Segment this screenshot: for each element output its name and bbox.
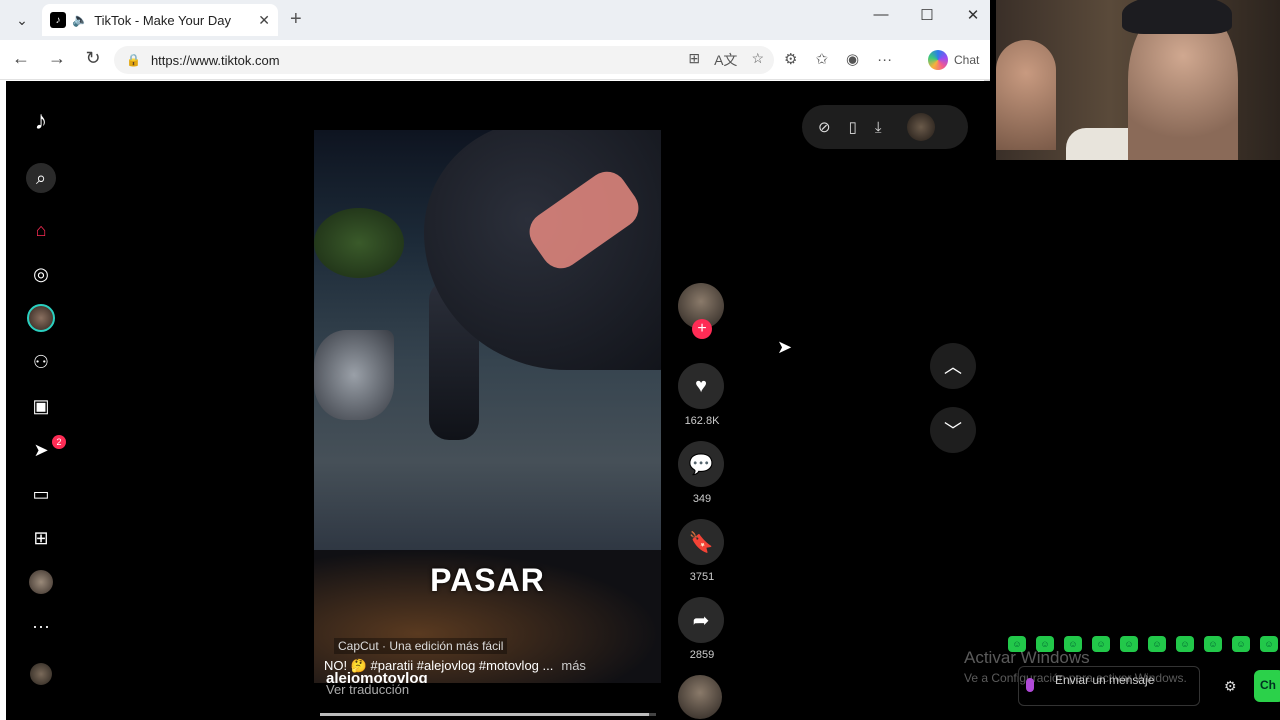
tab-actions-button[interactable]: ⌄	[8, 6, 36, 34]
new-tab-button[interactable]: +	[290, 8, 302, 31]
video-progress-fill	[320, 713, 650, 716]
tab-bar: ⌄ ♪ 🔈 TikTok - Make Your Day ✕ + — ☐ ✕	[0, 0, 990, 40]
emote-icon[interactable]: ☺	[1204, 636, 1222, 652]
capcut-label[interactable]: CapCut · Una edición más fácil	[334, 638, 508, 654]
profile-avatar[interactable]	[26, 567, 56, 597]
webcam-feed	[996, 0, 1280, 160]
close-tab-icon[interactable]: ✕	[258, 12, 270, 29]
chat-send-button[interactable]: Ch	[1254, 670, 1280, 702]
profile-icon[interactable]: ◉	[846, 50, 859, 68]
address-bar[interactable]: 🔒 https://www.tiktok.com ⊞ A文 ☆	[114, 46, 774, 74]
translate-icon[interactable]: A文	[714, 50, 737, 70]
like-count: 162.8K	[684, 415, 720, 427]
explore-icon[interactable]: ◎	[26, 259, 56, 289]
copilot-icon	[928, 50, 948, 70]
windows-activation-title: Activar Windows	[964, 648, 1090, 667]
favorites-icon[interactable]: ✩	[815, 50, 828, 68]
share-icon[interactable]: ➦	[678, 597, 724, 643]
action-bar: + ♥ 162.8K 💬 349 🔖 3751 ➦ 2859	[678, 283, 726, 719]
back-button[interactable]: ←	[8, 48, 34, 72]
comment-count: 349	[692, 493, 712, 505]
app-available-icon[interactable]: ⊞	[688, 50, 700, 70]
extensions-icon[interactable]: ⚙	[784, 50, 797, 68]
emote-icon[interactable]: ☺	[1260, 636, 1278, 652]
minimize-button[interactable]: —	[866, 6, 896, 23]
more-link[interactable]: más	[561, 658, 586, 678]
upload-icon[interactable]: ⊞	[26, 523, 56, 553]
search-icon[interactable]: ⌕	[26, 163, 56, 193]
reload-button[interactable]: ↻	[80, 48, 106, 72]
video-player[interactable]: PASAR CapCut · Una edición más fácil ale…	[314, 130, 661, 683]
following-avatar[interactable]	[26, 303, 56, 333]
user-avatar[interactable]	[907, 113, 936, 141]
translate-link[interactable]: Ver traducción	[326, 682, 409, 697]
sidebar: ♪ ⌕ ⌂ ◎ ⚇ ▣ ➤ 2 ▭ ⊞ ···	[6, 81, 76, 720]
follow-plus-icon[interactable]: +	[692, 319, 712, 339]
webcam-person-left	[996, 40, 1056, 150]
video-scene-motorbike	[314, 330, 394, 420]
get-coins-icon[interactable]: ⊘	[818, 118, 831, 136]
settings-more-icon[interactable]: ···	[877, 51, 892, 68]
emote-icon[interactable]: ☺	[1120, 636, 1138, 652]
tab-title: TikTok - Make Your Day	[94, 12, 231, 28]
save-count: 3751	[689, 571, 715, 583]
copilot-chat-button[interactable]: Chat	[928, 50, 979, 70]
music-disc-avatar[interactable]	[678, 675, 722, 719]
close-window-button[interactable]: ✕	[958, 6, 988, 24]
emote-icon[interactable]: ☺	[1232, 636, 1250, 652]
favorite-star-icon[interactable]: ☆	[751, 50, 764, 70]
emote-icon[interactable]: ☺	[1148, 636, 1166, 652]
bookmark-icon[interactable]: 🔖	[678, 519, 724, 565]
video-description-text: NO! 🤔 #paratii #alejovlog #motovlog ...	[324, 658, 554, 673]
like-heart-icon[interactable]: ♥	[678, 363, 724, 409]
mouse-cursor-icon: ➤	[777, 337, 793, 357]
emote-icon[interactable]: ☺	[1176, 636, 1194, 652]
creator-avatar-button[interactable]: +	[678, 283, 724, 339]
nav-bar: ← → ↻ 🔒 https://www.tiktok.com ⊞ A文 ☆ ⚙ …	[0, 40, 990, 80]
forward-button[interactable]: →	[44, 48, 70, 72]
messages-badge: 2	[52, 435, 66, 449]
tiktok-page: ♪ ⌕ ⌂ ◎ ⚇ ▣ ➤ 2 ▭ ⊞ ··· PASAR CapCut · U…	[6, 81, 990, 720]
url-text: https://www.tiktok.com	[150, 52, 280, 68]
browser-window: ⌄ ♪ 🔈 TikTok - Make Your Day ✕ + — ☐ ✕ ←…	[0, 0, 990, 720]
video-scene-trees	[314, 208, 404, 278]
video-description: NO! 🤔 #paratii #alejovlog #motovlog ... …	[324, 658, 664, 678]
share-count: 2859	[689, 649, 715, 661]
tiktok-favicon-icon: ♪	[50, 12, 66, 28]
video-progress-bar[interactable]	[320, 713, 656, 716]
friends-icon[interactable]: ⚇	[26, 347, 56, 377]
get-app-icon[interactable]: ▯	[849, 118, 857, 136]
comment-icon[interactable]: 💬	[678, 441, 724, 487]
next-video-button[interactable]: ﹀	[930, 407, 976, 453]
top-right-toolbar: ⊘ ▯ ⤓	[802, 105, 968, 149]
tiktok-logo-icon[interactable]: ♪	[26, 105, 56, 135]
speaker-icon[interactable]: 🔈	[72, 12, 88, 28]
maximize-button[interactable]: ☐	[912, 6, 942, 24]
emote-icon[interactable]: ☺	[1092, 636, 1110, 652]
home-icon[interactable]: ⌂	[26, 215, 56, 245]
more-icon[interactable]: ···	[26, 611, 56, 641]
download-icon[interactable]: ⤓	[875, 119, 882, 136]
video-caption-overlay: PASAR	[430, 562, 545, 598]
site-info-icon[interactable]: 🔒	[126, 53, 141, 67]
chat-label: Chat	[954, 53, 980, 67]
webcam-cap	[1122, 0, 1232, 34]
previous-video-button[interactable]: ︿	[930, 343, 976, 389]
browser-tab[interactable]: ♪ 🔈 TikTok - Make Your Day ✕	[42, 4, 278, 36]
live-icon[interactable]: ▣	[26, 391, 56, 421]
chat-settings-gear-icon[interactable]: ⚙	[1224, 678, 1237, 695]
chat-message-input[interactable]: Enviar un mensaje	[1018, 666, 1200, 706]
creator-avatar[interactable]	[26, 659, 56, 689]
activity-icon[interactable]: ▭	[26, 479, 56, 509]
